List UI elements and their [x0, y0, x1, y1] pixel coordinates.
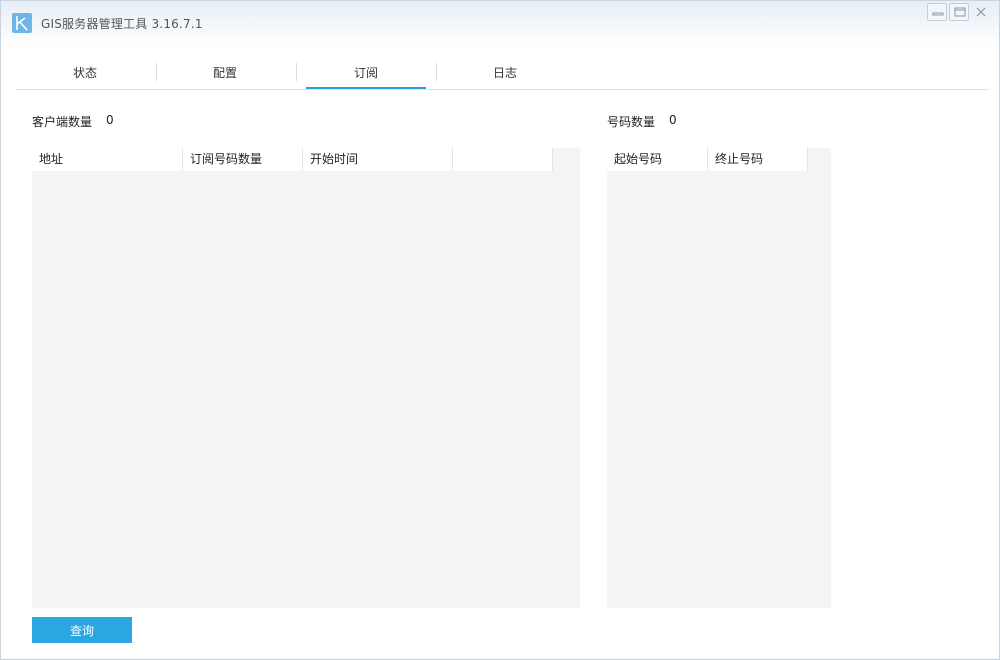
- tab-divider: [156, 63, 157, 81]
- column-header-start-number[interactable]: 起始号码: [607, 148, 708, 171]
- number-count-value: 0: [669, 113, 677, 127]
- column-header-subscription-count[interactable]: 订阅号码数量: [183, 148, 303, 171]
- tab-bar: 状态 配置 订阅 日志: [15, 59, 989, 90]
- column-header-end-number[interactable]: 终止号码: [708, 148, 808, 171]
- tab-status[interactable]: 状态: [25, 59, 145, 89]
- app-window: GIS服务器管理工具 3.16.7.1 状态 配置 订阅 日志 客户端数量 0 …: [0, 0, 1000, 660]
- title-bar[interactable]: GIS服务器管理工具 3.16.7.1: [1, 1, 999, 45]
- tab-log[interactable]: 日志: [445, 59, 565, 89]
- tab-config[interactable]: 配置: [165, 59, 285, 89]
- window-title: GIS服务器管理工具 3.16.7.1: [41, 17, 203, 31]
- column-header-empty[interactable]: [453, 148, 553, 171]
- column-header-start-time[interactable]: 开始时间: [303, 148, 453, 171]
- client-table-header: 地址 订阅号码数量 开始时间: [32, 148, 553, 171]
- tab-divider: [436, 63, 437, 81]
- client-count-label: 客户端数量: [32, 115, 93, 129]
- window-controls: [927, 3, 991, 21]
- number-range-table[interactable]: 起始号码 终止号码: [607, 148, 831, 608]
- app-logo-icon: [12, 13, 32, 33]
- number-range-table-header: 起始号码 终止号码: [607, 148, 808, 171]
- close-icon[interactable]: [971, 3, 991, 21]
- column-header-address[interactable]: 地址: [32, 148, 183, 171]
- tab-divider: [296, 63, 297, 81]
- restore-icon[interactable]: [949, 3, 969, 21]
- tab-subscription[interactable]: 订阅: [306, 59, 426, 89]
- client-count-value: 0: [106, 113, 114, 127]
- query-button[interactable]: 查询: [32, 617, 132, 643]
- client-table[interactable]: 地址 订阅号码数量 开始时间: [32, 148, 580, 608]
- number-count-label: 号码数量: [607, 115, 656, 129]
- minimize-icon[interactable]: [927, 3, 947, 21]
